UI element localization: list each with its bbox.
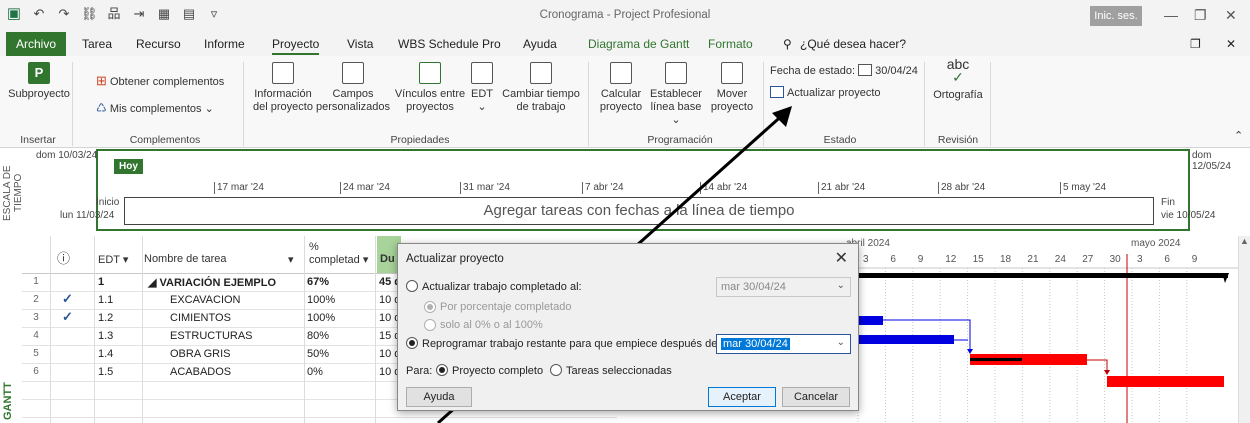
dependency-arrowhead (967, 349, 973, 354)
summary-bar (858, 273, 1228, 278)
scroll-up-icon[interactable]: ▲ (1239, 236, 1250, 246)
estructuras-progress-end (950, 335, 954, 344)
acabados-bar (1107, 376, 1224, 387)
obra-gris-progress (970, 358, 1022, 361)
radio-proyecto-completo[interactable] (436, 364, 448, 376)
reprogramar-date-select[interactable]: mar 30/04/24 ⌄ (716, 334, 851, 354)
dependency-link (1087, 359, 1108, 373)
close-icon[interactable]: ✕ (835, 248, 848, 268)
actualizar-proyecto-dialog: Actualizar proyecto ✕ Actualizar trabajo… (397, 243, 859, 411)
radio-reprogramar[interactable] (406, 337, 418, 349)
cimientos-bar (858, 316, 883, 325)
cancelar-button[interactable]: Cancelar (782, 387, 850, 407)
label-proyecto-completo: Proyecto completo (452, 365, 544, 377)
label-tareas-seleccionadas: Tareas seleccionadas (566, 365, 672, 377)
radio-actualizar-trabajo[interactable] (406, 280, 418, 292)
label-por-porcentaje: Por porcentaje completado (440, 301, 572, 313)
chevron-down-icon: ⌄ (836, 280, 845, 291)
annotation-arrowhead (772, 106, 792, 127)
actualizar-date-select[interactable]: mar 30/04/24 ⌄ (716, 277, 851, 297)
radio-solo-0-100[interactable] (424, 319, 436, 331)
vertical-scrollbar[interactable]: ▲ (1238, 236, 1250, 423)
dependency-arrowhead (1104, 370, 1110, 375)
label-solo-0-100: solo al 0% o al 100% (440, 319, 543, 331)
dialog-title: Actualizar proyecto (406, 253, 504, 265)
ayuda-button[interactable]: Ayuda (406, 387, 472, 407)
label-actualizar-trabajo: Actualizar trabajo completado al: (422, 281, 582, 293)
label-para: Para: (406, 365, 433, 377)
radio-por-porcentaje[interactable] (424, 301, 436, 313)
chevron-down-icon: ⌄ (836, 337, 845, 348)
label-reprogramar: Reprogramar trabajo restante para que em… (422, 338, 721, 350)
estructuras-bar (858, 335, 950, 344)
aceptar-button[interactable]: Aceptar (708, 387, 776, 407)
radio-tareas-seleccionadas[interactable] (550, 364, 562, 376)
